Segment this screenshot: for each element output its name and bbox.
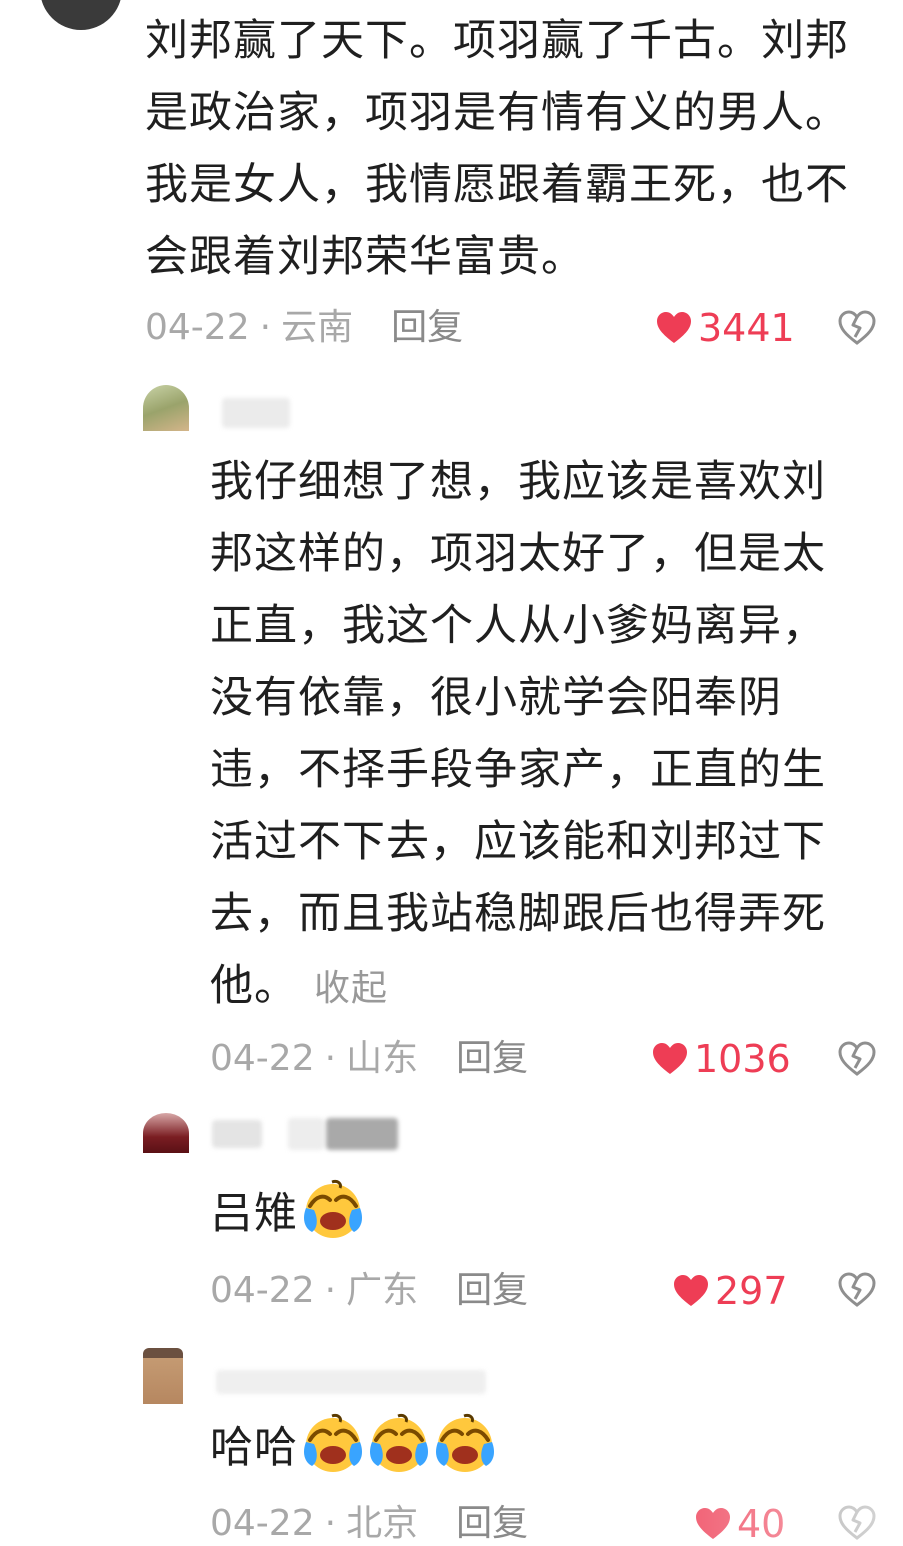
like-count: 1036 bbox=[694, 1037, 791, 1081]
comment-line: 活过不下去，应该能和刘邦过下 bbox=[210, 817, 826, 867]
comment-meta: 04-22 · 山东 回复 bbox=[210, 1038, 529, 1079]
like-count: 297 bbox=[715, 1269, 788, 1313]
dislike-icon[interactable] bbox=[838, 1041, 876, 1077]
like-button[interactable]: 1036 bbox=[652, 1039, 791, 1079]
comment-line-text: 他。 bbox=[210, 961, 298, 1011]
heart-icon bbox=[656, 311, 692, 345]
username-blurred[interactable] bbox=[288, 1118, 324, 1150]
comment-meta: 04-22 · 云南 回复 bbox=[145, 307, 464, 348]
avatar[interactable] bbox=[143, 1113, 189, 1153]
comment-date: 04-22 bbox=[210, 1038, 315, 1079]
comment-text: 刘邦赢了天下。项羽赢了千古。刘邦 是政治家，项羽是有情有义的男人。 我是女人，我… bbox=[145, 5, 885, 293]
comment-line: 正直，我这个人从小爹妈离异， bbox=[210, 601, 826, 651]
dislike-icon[interactable] bbox=[838, 1272, 876, 1308]
laugh-cry-emoji-icon bbox=[302, 1178, 364, 1240]
bottom-fade bbox=[600, 1495, 903, 1544]
reply-text: 哈哈 bbox=[210, 1412, 870, 1484]
comment-location: 广东 bbox=[346, 1270, 419, 1311]
reply-button[interactable]: 回复 bbox=[391, 307, 463, 348]
reply-button[interactable]: 回复 bbox=[456, 1503, 528, 1544]
avatar[interactable] bbox=[40, 0, 122, 30]
reply-text: 吕雉 bbox=[210, 1178, 870, 1250]
heart-icon bbox=[673, 1274, 709, 1308]
comment-meta: 04-22 · 北京 回复 bbox=[210, 1503, 529, 1544]
comment-date: 04-22 bbox=[210, 1270, 315, 1311]
comment-line-text: 哈哈 bbox=[210, 1423, 298, 1473]
laugh-cry-emoji-icon bbox=[302, 1412, 364, 1474]
comment-line: 他。 收起 bbox=[210, 950, 870, 1025]
comment-location: 北京 bbox=[346, 1503, 419, 1544]
like-button[interactable]: 3441 bbox=[656, 308, 795, 348]
avatar[interactable] bbox=[143, 1348, 183, 1404]
comment-line: 我是女人，我情愿跟着霸王死，也不 bbox=[145, 160, 849, 210]
reply-button[interactable]: 回复 bbox=[456, 1038, 528, 1079]
reply-text: 我仔细想了想，我应该是喜欢刘 邦这样的，项羽太好了，但是太 正直，我这个人从小爹… bbox=[210, 446, 870, 1025]
dislike-icon[interactable] bbox=[838, 310, 876, 346]
like-count: 3441 bbox=[698, 306, 795, 350]
comment-line: 去，而且我站稳脚跟后也得弄死 bbox=[210, 889, 826, 939]
comment-line: 会跟着刘邦荣华富贵。 bbox=[145, 232, 585, 282]
comment-line: 违，不择手段争家产，正直的生 bbox=[210, 745, 826, 795]
collapse-button[interactable]: 收起 bbox=[314, 968, 388, 1009]
comment-line: 刘邦赢了天下。项羽赢了千古。刘邦 bbox=[145, 16, 849, 66]
comment-line: 邦这样的，项羽太好了，但是太 bbox=[210, 529, 826, 579]
comment-date: 04-22 bbox=[145, 307, 250, 348]
username-blurred[interactable] bbox=[326, 1118, 398, 1150]
comment-line: 没有依靠，很小就学会阳奉阴 bbox=[210, 673, 782, 723]
reply-button[interactable]: 回复 bbox=[456, 1270, 528, 1311]
comment-line: 是政治家，项羽是有情有义的男人。 bbox=[145, 88, 849, 138]
comment-line-text: 吕雉 bbox=[210, 1189, 298, 1239]
laugh-cry-emoji-icon bbox=[368, 1412, 430, 1474]
username-blurred[interactable] bbox=[222, 398, 290, 428]
comment-location: 云南 bbox=[281, 307, 354, 348]
comment-location: 山东 bbox=[346, 1038, 419, 1079]
comment-meta: 04-22 · 广东 回复 bbox=[210, 1270, 529, 1311]
avatar[interactable] bbox=[143, 385, 189, 431]
username-blurred[interactable] bbox=[212, 1120, 262, 1148]
like-button[interactable]: 297 bbox=[673, 1271, 788, 1311]
laugh-cry-emoji-icon bbox=[434, 1412, 496, 1474]
username-blurred[interactable] bbox=[216, 1370, 486, 1394]
comment-date: 04-22 bbox=[210, 1503, 315, 1544]
comment-line: 我仔细想了想，我应该是喜欢刘 bbox=[210, 457, 826, 507]
heart-icon bbox=[652, 1042, 688, 1076]
